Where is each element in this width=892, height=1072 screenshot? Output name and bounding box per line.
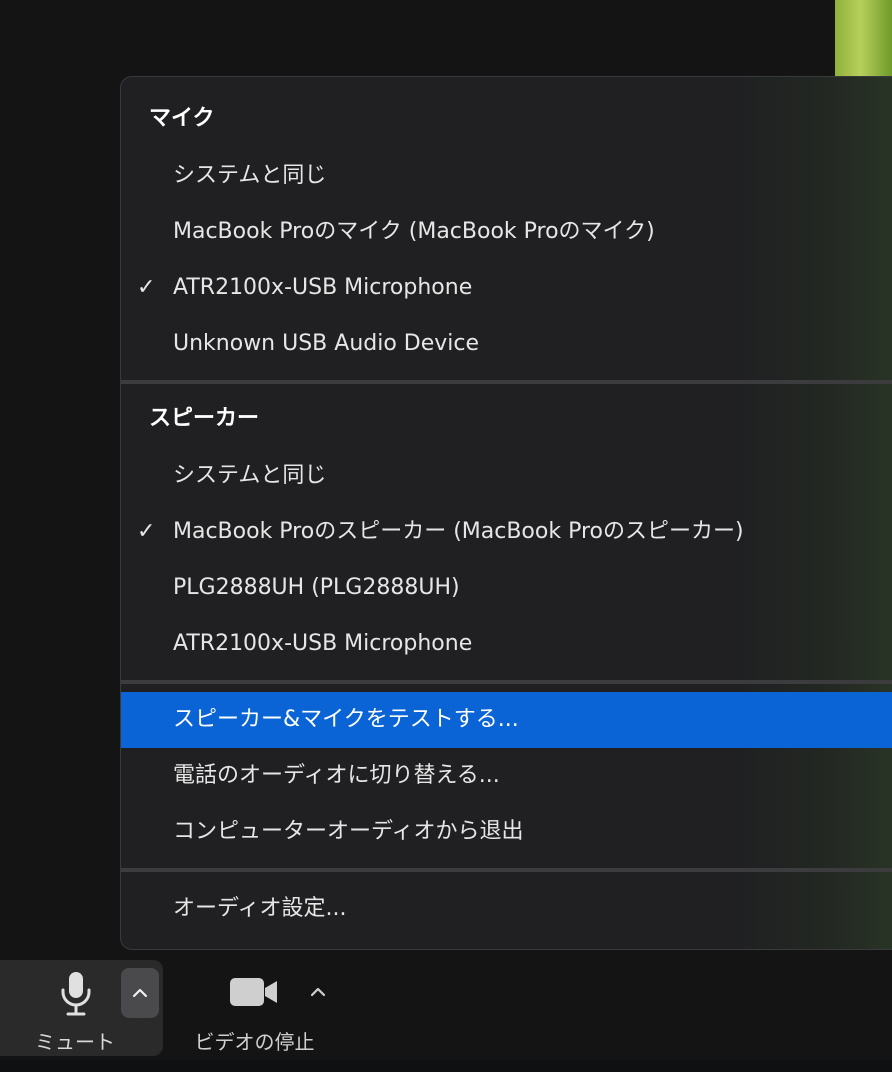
leave-computer-audio-label: コンピューターオーディオから退出	[173, 819, 524, 844]
checkmark-icon: ✓	[137, 275, 156, 300]
speaker-option-plg2888uh[interactable]: PLG2888UH (PLG2888UH)	[121, 560, 892, 616]
chevron-up-icon	[310, 987, 326, 997]
chevron-up-icon	[132, 988, 148, 998]
speaker-option-label: ATR2100x-USB Microphone	[173, 631, 473, 656]
leave-computer-audio-item[interactable]: コンピューターオーディオから退出	[121, 804, 892, 860]
speaker-option-atr2100x[interactable]: ATR2100x-USB Microphone	[121, 616, 892, 672]
stop-video-label[interactable]: ビデオの停止	[182, 1026, 327, 1055]
mic-option-unknown-usb[interactable]: Unknown USB Audio Device	[121, 316, 892, 372]
audio-settings-item[interactable]: オーディオ設定...	[121, 881, 892, 937]
menu-separator	[121, 380, 892, 384]
meeting-toolbar: ミュート ビデオの停止	[0, 955, 892, 1072]
microphone-icon	[61, 972, 91, 1016]
mic-option-label: MacBook Proのマイク (MacBook Proのマイク)	[173, 219, 655, 244]
mute-button[interactable]: ミュート	[0, 960, 163, 1056]
test-speaker-mic-item[interactable]: スピーカー&マイクをテストする...	[121, 692, 892, 748]
video-camera-icon[interactable]	[229, 977, 279, 1007]
switch-to-phone-audio-label: 電話のオーディオに切り替える...	[173, 763, 500, 788]
video-thumbnail-edge	[835, 0, 892, 80]
test-speaker-mic-label: スピーカー&マイクをテストする...	[173, 707, 519, 732]
mic-option-system-default[interactable]: システムと同じ	[121, 148, 892, 204]
audio-options-menu: マイク システムと同じ MacBook Proのマイク (MacBook Pro…	[120, 76, 892, 950]
mute-label: ミュート	[35, 1030, 115, 1054]
mic-option-atr2100x[interactable]: ✓ ATR2100x-USB Microphone	[121, 260, 892, 316]
mic-option-macbook-pro[interactable]: MacBook Proのマイク (MacBook Proのマイク)	[121, 204, 892, 260]
audio-settings-label: オーディオ設定...	[173, 896, 347, 921]
speaker-option-label: MacBook Proのスピーカー (MacBook Proのスピーカー)	[173, 519, 744, 544]
mic-section-heading: マイク	[149, 106, 215, 131]
mic-option-label: システムと同じ	[173, 163, 327, 188]
window-bottom-edge	[0, 1060, 892, 1072]
speaker-option-label: PLG2888UH (PLG2888UH)	[173, 575, 460, 600]
mic-option-label: Unknown USB Audio Device	[173, 331, 480, 356]
checkmark-icon: ✓	[137, 519, 156, 544]
video-options-caret-button[interactable]	[301, 973, 335, 1011]
mic-option-label: ATR2100x-USB Microphone	[173, 275, 473, 300]
speaker-option-label: システムと同じ	[173, 463, 327, 488]
menu-separator	[121, 868, 892, 872]
speaker-option-system-default[interactable]: システムと同じ	[121, 448, 892, 504]
switch-to-phone-audio-item[interactable]: 電話のオーディオに切り替える...	[121, 748, 892, 804]
speaker-option-macbook-pro[interactable]: ✓ MacBook Proのスピーカー (MacBook Proのスピーカー)	[121, 504, 892, 560]
audio-options-caret-button[interactable]	[121, 968, 159, 1018]
menu-separator	[121, 680, 892, 684]
speaker-section-heading: スピーカー	[149, 406, 260, 431]
